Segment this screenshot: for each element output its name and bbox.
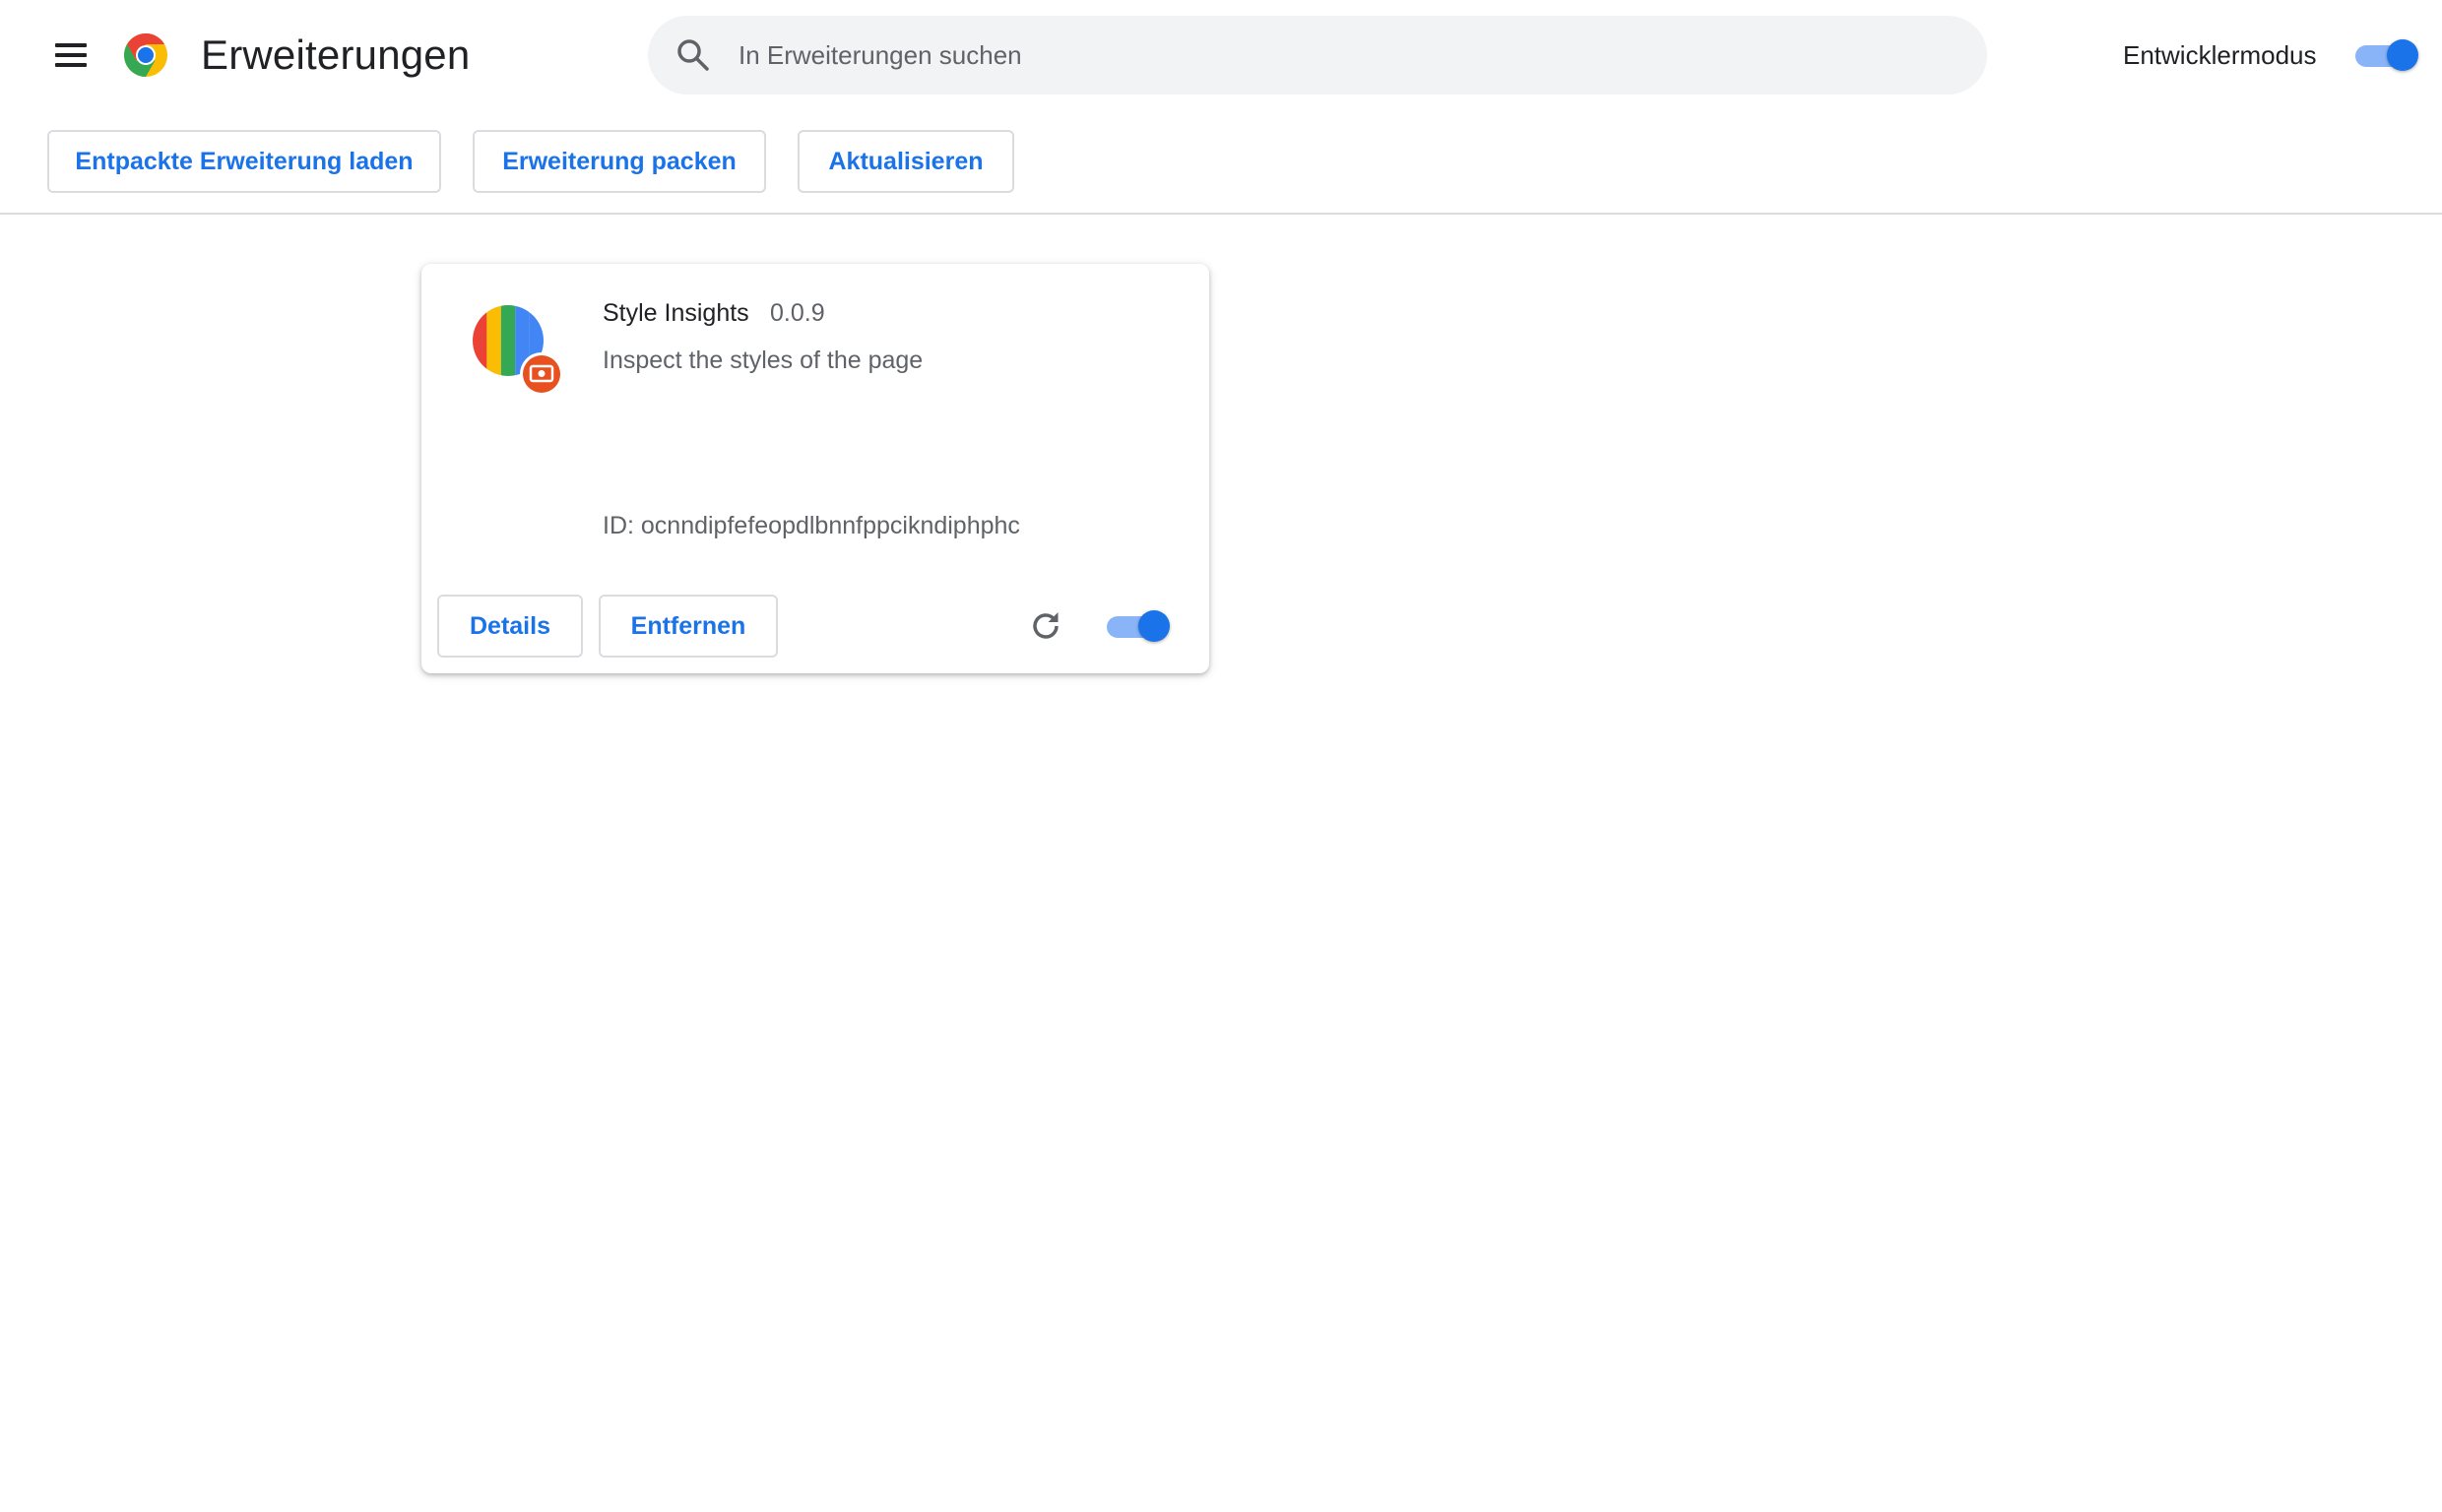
developer-toolbar: Entpackte Erweiterung laden Erweiterung …: [0, 110, 2442, 215]
search-bar[interactable]: [648, 16, 1987, 94]
toggle-knob: [1138, 610, 1170, 642]
details-button[interactable]: Details: [437, 595, 583, 658]
search-icon: [677, 39, 709, 71]
remove-button[interactable]: Entfernen: [599, 595, 778, 658]
toggle-knob: [2387, 39, 2418, 71]
extension-description: Inspect the styles of the page: [603, 346, 924, 374]
pack-extension-button[interactable]: Erweiterung packen: [473, 130, 766, 193]
extension-name: Style Insights: [603, 299, 749, 327]
top-bar: Erweiterungen Entwicklermodus: [0, 0, 2442, 110]
chrome-logo-icon: [124, 33, 167, 77]
hamburger-menu-icon[interactable]: [51, 37, 95, 73]
extension-enable-toggle[interactable]: [1107, 608, 1170, 644]
update-button[interactable]: Aktualisieren: [798, 130, 1014, 193]
page-title: Erweiterungen: [201, 32, 471, 78]
developer-mode-label: Entwicklermodus: [2123, 40, 2317, 70]
reload-icon[interactable]: [1026, 606, 1065, 646]
load-unpacked-button[interactable]: Entpackte Erweiterung laden: [47, 130, 441, 193]
extension-version: 0.0.9: [770, 299, 825, 327]
extension-id: ID: ocnndipfefeopdlbnnfppcikndiphphc: [603, 512, 1020, 539]
search-input[interactable]: [737, 16, 1958, 94]
style-insights-extension-icon: [473, 305, 563, 396]
developer-mode-toggle[interactable]: [2355, 37, 2418, 73]
extension-card: Style Insights 0.0.9 Inspect the styles …: [421, 264, 1209, 673]
